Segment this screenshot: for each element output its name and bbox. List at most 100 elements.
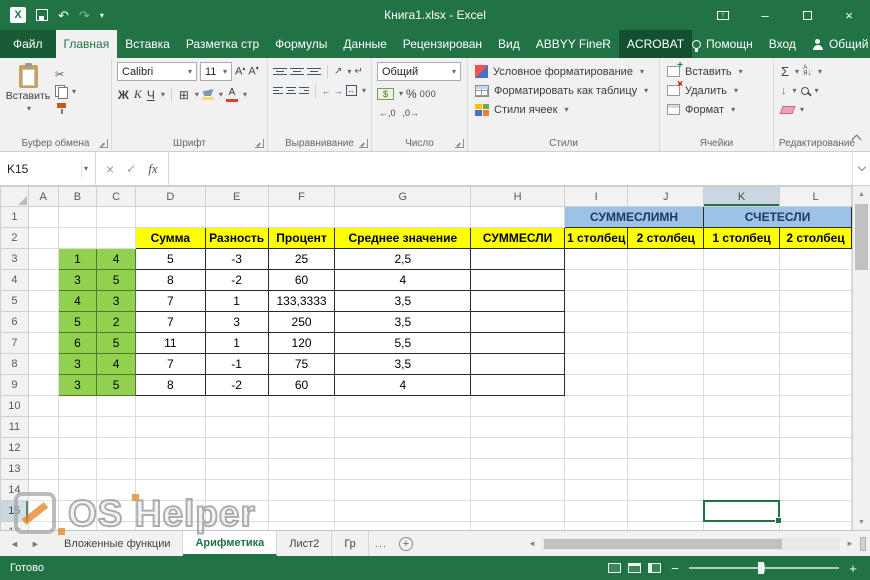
cell-G3[interactable]: 2,5 bbox=[334, 248, 472, 270]
cell-A6[interactable] bbox=[27, 311, 59, 333]
cell-L10[interactable] bbox=[779, 395, 852, 417]
cell-H7[interactable] bbox=[470, 332, 565, 354]
row-header-9[interactable]: 9 bbox=[0, 374, 29, 396]
cell-H6[interactable] bbox=[470, 311, 565, 333]
cell-D14[interactable] bbox=[134, 479, 206, 501]
cell-I1[interactable]: СУММЕСЛИМН bbox=[563, 206, 705, 228]
redo-icon[interactable]: ↷ bbox=[79, 9, 90, 22]
cell-G8[interactable]: 3,5 bbox=[334, 353, 472, 375]
cell-B9[interactable]: 3 bbox=[57, 374, 98, 396]
copy-button[interactable]: ▾ bbox=[55, 84, 76, 99]
cell-H15[interactable] bbox=[470, 500, 565, 522]
delete-cells-button[interactable]: Удалить▾ bbox=[665, 79, 768, 100]
cell-H5[interactable] bbox=[470, 290, 565, 312]
formula-input[interactable] bbox=[168, 152, 852, 185]
fill-button[interactable]: ↓ bbox=[781, 85, 787, 97]
cell-H3[interactable] bbox=[470, 248, 565, 270]
cell-H9[interactable] bbox=[470, 374, 565, 396]
maximize-button[interactable] bbox=[786, 0, 828, 30]
cell-L11[interactable] bbox=[779, 416, 852, 438]
cell-D6[interactable]: 7 bbox=[134, 311, 206, 333]
cell-G5[interactable]: 3,5 bbox=[334, 290, 472, 312]
column-header-L[interactable]: L bbox=[779, 186, 852, 207]
row-header-10[interactable]: 10 bbox=[0, 395, 29, 417]
row-header-2[interactable]: 2 bbox=[0, 227, 29, 249]
cell-I14[interactable] bbox=[563, 479, 629, 501]
cell-D16[interactable] bbox=[134, 521, 206, 530]
cell-J16[interactable] bbox=[627, 521, 705, 530]
font-dialog-launcher[interactable] bbox=[255, 139, 264, 148]
cell-I16[interactable] bbox=[563, 521, 629, 530]
horizontal-scroll-thumb[interactable] bbox=[544, 538, 783, 549]
cell-G13[interactable] bbox=[334, 458, 472, 480]
row-header-15[interactable]: 15 bbox=[0, 500, 29, 522]
cell-D9[interactable]: 8 bbox=[134, 374, 206, 396]
format-painter-button[interactable] bbox=[55, 102, 76, 114]
cell-L6[interactable] bbox=[779, 311, 852, 333]
cell-B16[interactable] bbox=[57, 521, 98, 530]
cell-G15[interactable] bbox=[334, 500, 472, 522]
cell-C16[interactable] bbox=[96, 521, 136, 530]
ribbon-tab-1[interactable]: Главная bbox=[55, 30, 118, 58]
cell-G9[interactable]: 4 bbox=[334, 374, 472, 396]
format-as-table-button[interactable]: Форматировать как таблицу ▾ bbox=[473, 81, 654, 100]
scroll-up-arrow[interactable]: ▲ bbox=[853, 186, 870, 202]
zoom-out-button[interactable]: − bbox=[668, 561, 682, 576]
cell-B6[interactable]: 5 bbox=[57, 311, 98, 333]
orientation-button[interactable]: ↗ bbox=[334, 66, 342, 77]
cell-F9[interactable]: 60 bbox=[267, 374, 336, 396]
cell-E8[interactable]: -1 bbox=[204, 353, 269, 375]
expand-formula-bar-button[interactable] bbox=[852, 152, 870, 185]
cell-L15[interactable] bbox=[779, 500, 852, 522]
cell-K6[interactable] bbox=[703, 311, 781, 333]
cell-F10[interactable] bbox=[267, 395, 336, 417]
minimize-button[interactable]: – bbox=[744, 0, 786, 30]
tab-split-handle[interactable] bbox=[860, 536, 866, 551]
sheet-tab-4[interactable]: Гр bbox=[332, 531, 369, 556]
cell-A12[interactable] bbox=[27, 437, 59, 459]
cell-A1[interactable] bbox=[27, 206, 59, 228]
cell-B8[interactable]: 3 bbox=[57, 353, 98, 375]
cell-K9[interactable] bbox=[703, 374, 781, 396]
cell-D5[interactable]: 7 bbox=[134, 290, 206, 312]
cell-C7[interactable]: 5 bbox=[96, 332, 136, 354]
row-header-14[interactable]: 14 bbox=[0, 479, 29, 501]
cell-J14[interactable] bbox=[627, 479, 705, 501]
cell-G12[interactable] bbox=[334, 437, 472, 459]
cell-G10[interactable] bbox=[334, 395, 472, 417]
increase-indent-button[interactable]: → bbox=[334, 86, 343, 96]
column-header-D[interactable]: D bbox=[134, 186, 206, 207]
cell-K10[interactable] bbox=[703, 395, 781, 417]
cell-F4[interactable]: 60 bbox=[267, 269, 336, 291]
cell-F11[interactable] bbox=[267, 416, 336, 438]
horizontal-scroll-track[interactable] bbox=[542, 537, 840, 550]
autosum-button[interactable]: Σ bbox=[781, 64, 789, 79]
cell-C15[interactable] bbox=[96, 500, 136, 522]
vertical-scroll-thumb[interactable] bbox=[855, 204, 868, 270]
format-cells-button[interactable]: Формат ▾ bbox=[665, 100, 768, 119]
cell-C10[interactable] bbox=[96, 395, 136, 417]
cell-G14[interactable] bbox=[334, 479, 472, 501]
align-bottom-button[interactable] bbox=[307, 67, 321, 76]
cell-F2[interactable]: Процент bbox=[267, 227, 336, 249]
cell-H1[interactable] bbox=[470, 206, 565, 228]
ribbon-tab-2[interactable]: Вставка bbox=[117, 30, 178, 58]
cell-D10[interactable] bbox=[134, 395, 206, 417]
align-center-button[interactable] bbox=[286, 86, 296, 95]
cell-C2[interactable] bbox=[96, 227, 136, 249]
cell-B15[interactable] bbox=[57, 500, 98, 522]
cell-B1[interactable] bbox=[57, 206, 98, 228]
fill-color-button[interactable] bbox=[201, 89, 214, 100]
cell-I11[interactable] bbox=[563, 416, 629, 438]
cell-D8[interactable]: 7 bbox=[134, 353, 206, 375]
cell-K5[interactable] bbox=[703, 290, 781, 312]
quick-access-caret-icon[interactable]: ▾ bbox=[100, 11, 104, 20]
sign-in-button[interactable]: Вход bbox=[769, 37, 796, 51]
cell-H8[interactable] bbox=[470, 353, 565, 375]
cell-A7[interactable] bbox=[27, 332, 59, 354]
ribbon-tab-7[interactable]: Вид bbox=[490, 30, 528, 58]
cell-G1[interactable] bbox=[334, 206, 472, 228]
normal-view-button[interactable] bbox=[608, 563, 621, 573]
cell-I15[interactable] bbox=[563, 500, 629, 522]
align-right-button[interactable] bbox=[299, 86, 309, 95]
